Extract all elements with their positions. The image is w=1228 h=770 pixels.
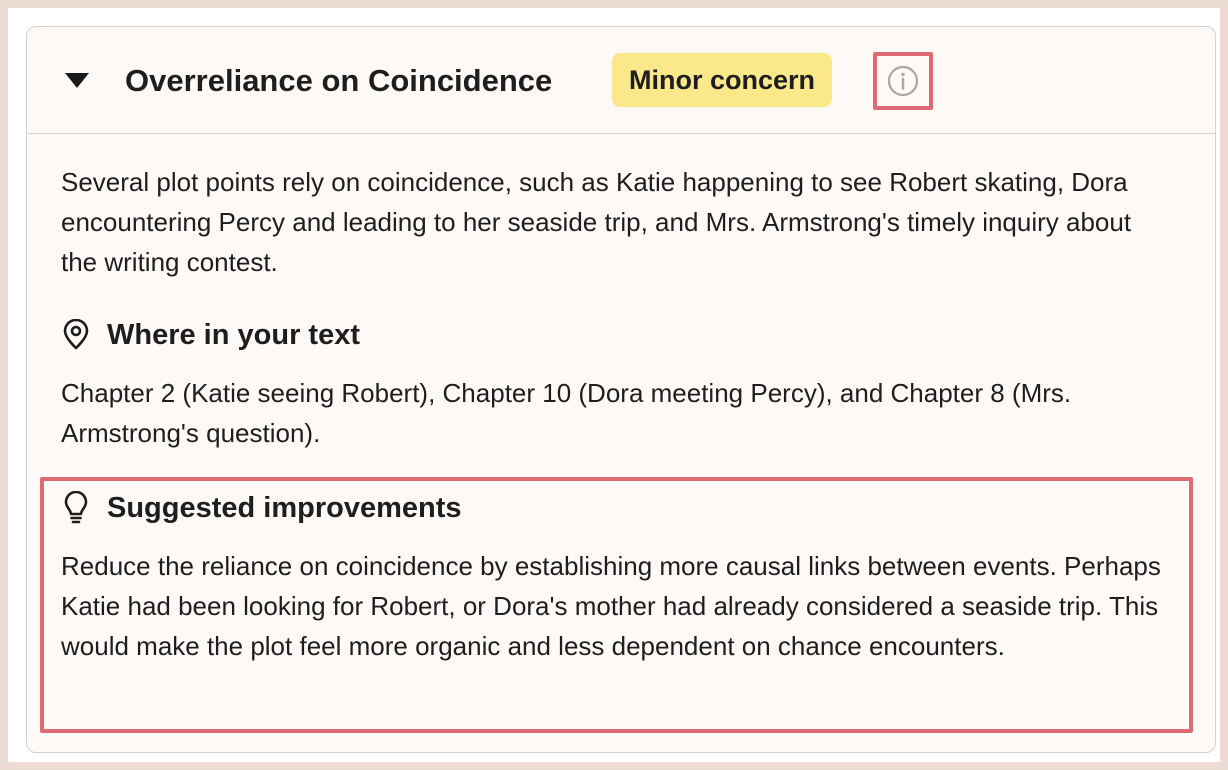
severity-badge: Minor concern (612, 53, 833, 107)
location-heading: Where in your text (61, 315, 360, 355)
issue-card: Overreliance on Coincidence Minor concer… (26, 26, 1216, 753)
issue-description: Several plot points rely on coincidence,… (61, 167, 1132, 277)
location-text: Chapter 2 (Katie seeing Robert), Chapter… (61, 378, 1072, 448)
info-icon (887, 65, 919, 97)
suggestions-heading-label: Suggested improvements (107, 491, 462, 524)
suggestions-text: Reduce the reliance on coincidence by es… (61, 551, 1161, 661)
collapse-toggle-icon[interactable] (65, 73, 89, 88)
suggestions-heading: Suggested improvements (61, 488, 462, 528)
page-frame: Overreliance on Coincidence Minor concer… (8, 8, 1220, 762)
info-button[interactable] (873, 52, 933, 110)
map-pin-icon (63, 319, 89, 350)
location-heading-label: Where in your text (107, 318, 360, 351)
lightbulb-icon (64, 491, 88, 524)
issue-title: Overreliance on Coincidence (125, 63, 553, 98)
issue-card-header[interactable]: Overreliance on Coincidence Minor concer… (27, 27, 1215, 134)
